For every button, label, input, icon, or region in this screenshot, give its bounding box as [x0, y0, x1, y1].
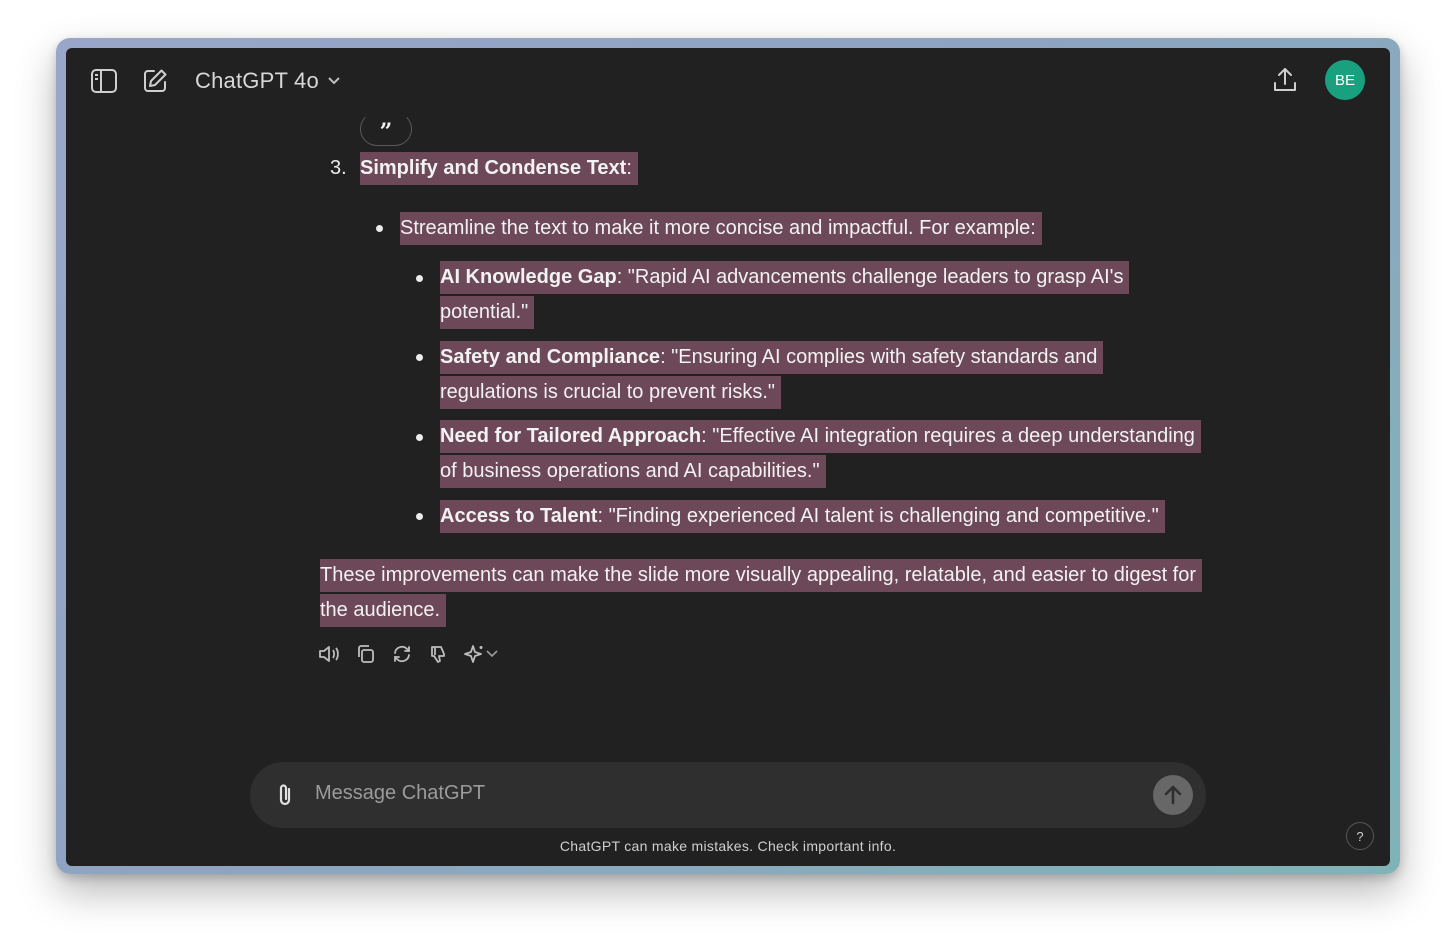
quote-button[interactable]: ”: [360, 112, 412, 146]
help-button[interactable]: ?: [1346, 822, 1374, 850]
bullet-dot: [376, 225, 383, 232]
example-text: : "Ensuring AI complies with safety stan…: [660, 346, 1098, 368]
chevron-down-icon: [486, 650, 498, 658]
sparkle-model-switch-icon[interactable]: [464, 644, 498, 664]
send-button[interactable]: [1153, 775, 1193, 815]
list-item: Safety and Compliance: "Ensuring AI comp…: [440, 340, 1220, 410]
regenerate-icon[interactable]: [392, 644, 412, 664]
example-text: regulations is crucial to prevent risks.…: [440, 376, 782, 409]
example-text: : "Finding experienced AI talent is chal…: [597, 505, 1159, 527]
list-item: Need for Tailored Approach: "Effective A…: [440, 419, 1230, 489]
sidebar-toggle-icon[interactable]: [90, 68, 118, 94]
message-actions: [318, 644, 498, 664]
closing-text: These improvements can make the slide mo…: [320, 559, 1203, 592]
example-text: : "Effective AI integration requires a d…: [701, 425, 1195, 447]
arrow-up-icon: [1164, 785, 1182, 805]
example-term: AI Knowledge Gap: [440, 266, 617, 288]
chevron-down-icon: [328, 77, 340, 85]
closing-text: the audience.: [320, 594, 447, 627]
new-chat-icon[interactable]: [142, 68, 168, 94]
disclaimer: ChatGPT can make mistakes. Check importa…: [559, 838, 897, 854]
bullet-dot: [416, 513, 423, 520]
copy-icon[interactable]: [356, 644, 376, 664]
read-aloud-icon[interactable]: [318, 644, 340, 664]
example-term: Access to Talent: [440, 505, 598, 527]
message-composer[interactable]: Message ChatGPT: [250, 762, 1206, 828]
quote-icon: ”: [379, 119, 393, 145]
list-item-number: 3.: [330, 157, 347, 179]
chat-window: ChatGPT 4o BE ” 3. Simplify and Condense…: [66, 48, 1390, 866]
list-item: Access to Talent: "Finding experienced A…: [440, 499, 1230, 534]
bullet-dot: [416, 275, 423, 282]
list-item: Streamline the text to make it more conc…: [400, 211, 1042, 246]
list-item-suffix: :: [626, 157, 632, 179]
bullet-dot: [416, 434, 423, 441]
example-term: Safety and Compliance: [440, 346, 661, 368]
share-icon[interactable]: [1272, 66, 1298, 94]
message-input[interactable]: Message ChatGPT: [315, 782, 485, 805]
model-name: ChatGPT 4o: [195, 68, 319, 93]
intro-text: Streamline the text to make it more conc…: [400, 212, 1042, 245]
list-item: AI Knowledge Gap: "Rapid AI advancements…: [440, 260, 1220, 330]
example-term: Need for Tailored Approach: [440, 425, 702, 447]
example-text: : "Rapid AI advancements challenge leade…: [616, 266, 1124, 288]
avatar[interactable]: BE: [1325, 60, 1365, 100]
model-selector[interactable]: ChatGPT 4o: [195, 68, 341, 94]
bullet-dot: [416, 354, 423, 361]
list-item-heading: Simplify and Condense Text:: [360, 151, 638, 186]
attach-icon[interactable]: [274, 781, 296, 814]
example-text: potential.": [440, 296, 535, 329]
example-text: of business operations and AI capabiliti…: [440, 455, 826, 488]
thumbs-down-icon[interactable]: [428, 644, 448, 664]
list-item-title: Simplify and Condense Text: [360, 157, 627, 179]
closing-paragraph: These improvements can make the slide mo…: [320, 558, 1220, 628]
